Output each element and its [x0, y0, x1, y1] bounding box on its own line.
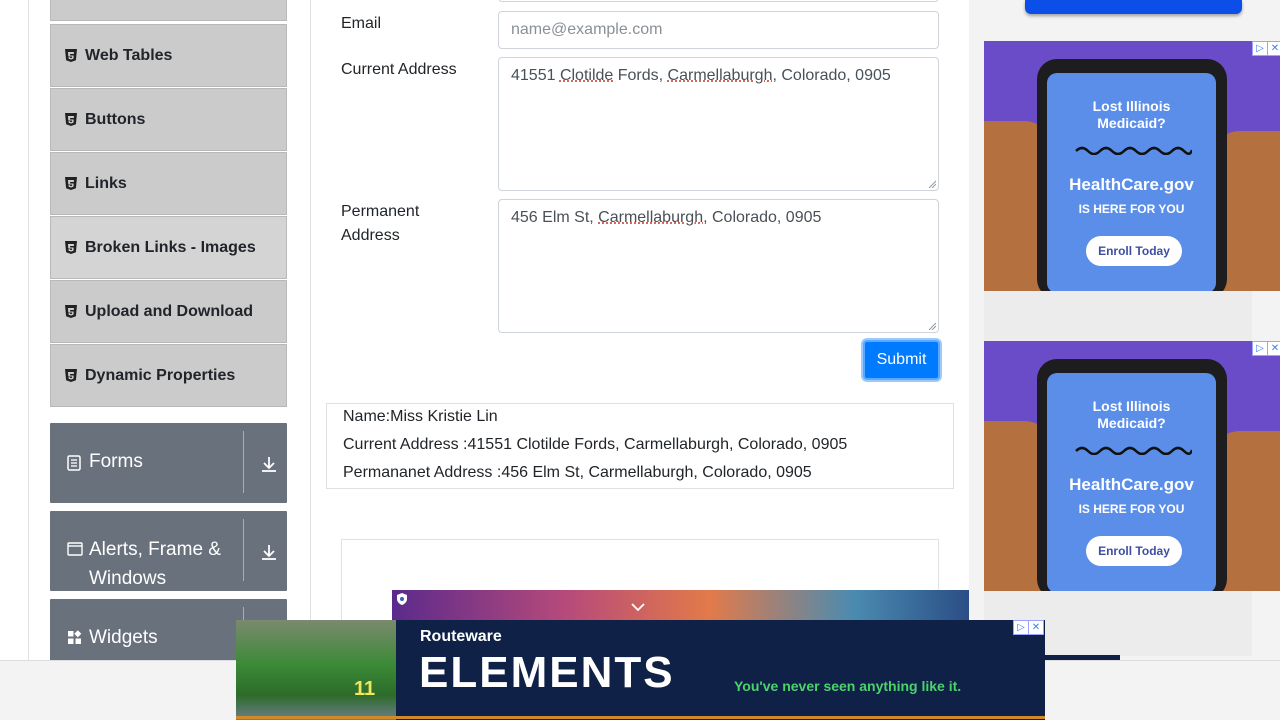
group-label: Widgets	[89, 627, 158, 648]
ad-subtext: IS HERE FOR YOU	[1078, 202, 1185, 216]
ad-close-icon[interactable]: ✕	[1267, 41, 1280, 56]
widgets-icon	[67, 630, 83, 646]
sidebar-item-dynamic-properties[interactable]: Dynamic Properties	[50, 344, 287, 407]
divider	[243, 519, 244, 581]
html5-icon	[65, 176, 78, 191]
ad-choices-icon[interactable]: ▷	[1252, 341, 1268, 356]
sidebar-item-label: Broken Links - Images	[85, 238, 256, 256]
ad-choices-icon[interactable]: ▷	[1013, 620, 1029, 635]
html5-icon	[65, 240, 78, 255]
banner-ad-routeware[interactable]: 11 Routeware ELEMENTS You've never seen …	[236, 620, 1045, 720]
banner-company: Routeware	[420, 628, 502, 645]
ad-enroll-button[interactable]: Enroll Today	[1086, 536, 1182, 566]
banner-product: ELEMENTS	[419, 648, 675, 697]
group-label-line2: Windows	[89, 568, 167, 589]
sidebar-item-label: Upload and Download	[85, 302, 253, 320]
ad-headline-1: Lost Illinois	[1092, 398, 1171, 414]
ad-healthcare-1[interactable]: Lost Illinois Medicaid? HealthCare.gov I…	[984, 41, 1280, 291]
permanent-address-textarea[interactable]: 456 Elm St, Carmellaburgh, Colorado, 090…	[498, 199, 939, 333]
sidebar-item-label: Buttons	[85, 110, 146, 128]
ad-close-icon[interactable]: ✕	[1028, 620, 1044, 635]
divider	[243, 431, 244, 493]
banner-tagline: You've never seen anything like it.	[734, 678, 962, 694]
small-ad-strip	[1045, 655, 1120, 660]
group-header-forms[interactable]: Forms	[50, 423, 287, 503]
sidebar-item-links[interactable]: Links	[50, 152, 287, 215]
download-icon[interactable]	[260, 455, 278, 473]
ad-background-pattern	[984, 291, 1252, 341]
output-permanent-address: Permananet Address :456 Elm St, Carmella…	[343, 464, 812, 481]
html5-icon	[65, 368, 78, 383]
ad-healthcare-2[interactable]: Lost Illinois Medicaid? HealthCare.gov I…	[984, 341, 1280, 591]
ad-close-icon[interactable]: ✕	[1267, 341, 1280, 356]
download-icon[interactable]	[260, 543, 278, 561]
squiggle-icon	[1075, 446, 1192, 455]
shield-icon	[397, 593, 407, 605]
output-name: Name:Miss Kristie Lin	[343, 408, 498, 425]
html5-icon	[65, 112, 78, 127]
previous-input-field[interactable]	[498, 0, 939, 2]
ad-choices-icon[interactable]: ▷	[1252, 41, 1268, 56]
ad-headline-1: Lost Illinois	[1092, 98, 1171, 114]
current-address-value: 41551 Clotilde Fords, Carmellaburgh, Col…	[511, 67, 891, 84]
ad-headline-2: Medicaid?	[1097, 115, 1166, 131]
sidebar-item-label: Web Tables	[85, 46, 173, 64]
email-field[interactable]: name@example.com	[498, 11, 939, 49]
output-current-address: Current Address :41551 Clotilde Fords, C…	[343, 436, 848, 453]
sidebar-item-partial[interactable]	[50, 0, 287, 21]
group-label: Alerts, Frame &	[89, 539, 221, 560]
page: Web Tables Buttons Links Broken Links - …	[0, 0, 1280, 720]
sidebar-item-broken-links[interactable]: Broken Links - Images	[50, 216, 287, 279]
banner-accent-line	[236, 716, 1045, 719]
group-header-alerts-frame-windows[interactable]: Alerts, Frame & Windows	[50, 511, 287, 591]
permanent-address-value: 456 Elm St, Carmellaburgh, Colorado, 090…	[511, 209, 822, 226]
permanent-address-label: Permanent	[341, 203, 420, 220]
ad-enroll-button[interactable]: Enroll Today	[1086, 236, 1182, 266]
sidebar-item-buttons[interactable]: Buttons	[50, 88, 287, 151]
banner-number: 11	[354, 678, 376, 700]
document-icon	[67, 455, 83, 471]
sidebar-item-upload-download[interactable]: Upload and Download	[50, 280, 287, 343]
email-placeholder: name@example.com	[511, 21, 663, 38]
ad-top-button[interactable]	[1025, 0, 1242, 14]
resize-handle-icon[interactable]	[928, 180, 936, 188]
chevron-down-icon[interactable]	[630, 602, 646, 612]
resize-handle-icon[interactable]	[928, 322, 936, 330]
submit-button[interactable]: Submit	[863, 340, 940, 380]
group-label: Forms	[89, 451, 143, 472]
permanent-address-label-line2: Address	[341, 227, 400, 244]
current-address-label: Current Address	[341, 61, 457, 78]
ad-headline-2: Medicaid?	[1097, 415, 1166, 431]
ad-brand: HealthCare.gov	[1069, 175, 1194, 194]
banner-trucks-image	[236, 620, 396, 720]
html5-icon	[65, 304, 78, 319]
output-panel: Name:Miss Kristie Lin Current Address :4…	[326, 403, 954, 489]
current-address-textarea[interactable]: 41551 Clotilde Fords, Carmellaburgh, Col…	[498, 57, 939, 191]
sidebar-border	[28, 0, 29, 720]
ad-subtext: IS HERE FOR YOU	[1078, 502, 1185, 516]
sidebar-item-label: Links	[85, 174, 127, 192]
squiggle-icon	[1075, 146, 1192, 155]
content-border	[310, 0, 311, 720]
sidebar-item-web-tables[interactable]: Web Tables	[50, 24, 287, 87]
window-icon	[67, 542, 83, 558]
ad-brand: HealthCare.gov	[1069, 475, 1194, 494]
sidebar-item-label: Dynamic Properties	[85, 366, 236, 384]
html5-icon	[65, 48, 78, 63]
email-label: Email	[341, 15, 382, 32]
